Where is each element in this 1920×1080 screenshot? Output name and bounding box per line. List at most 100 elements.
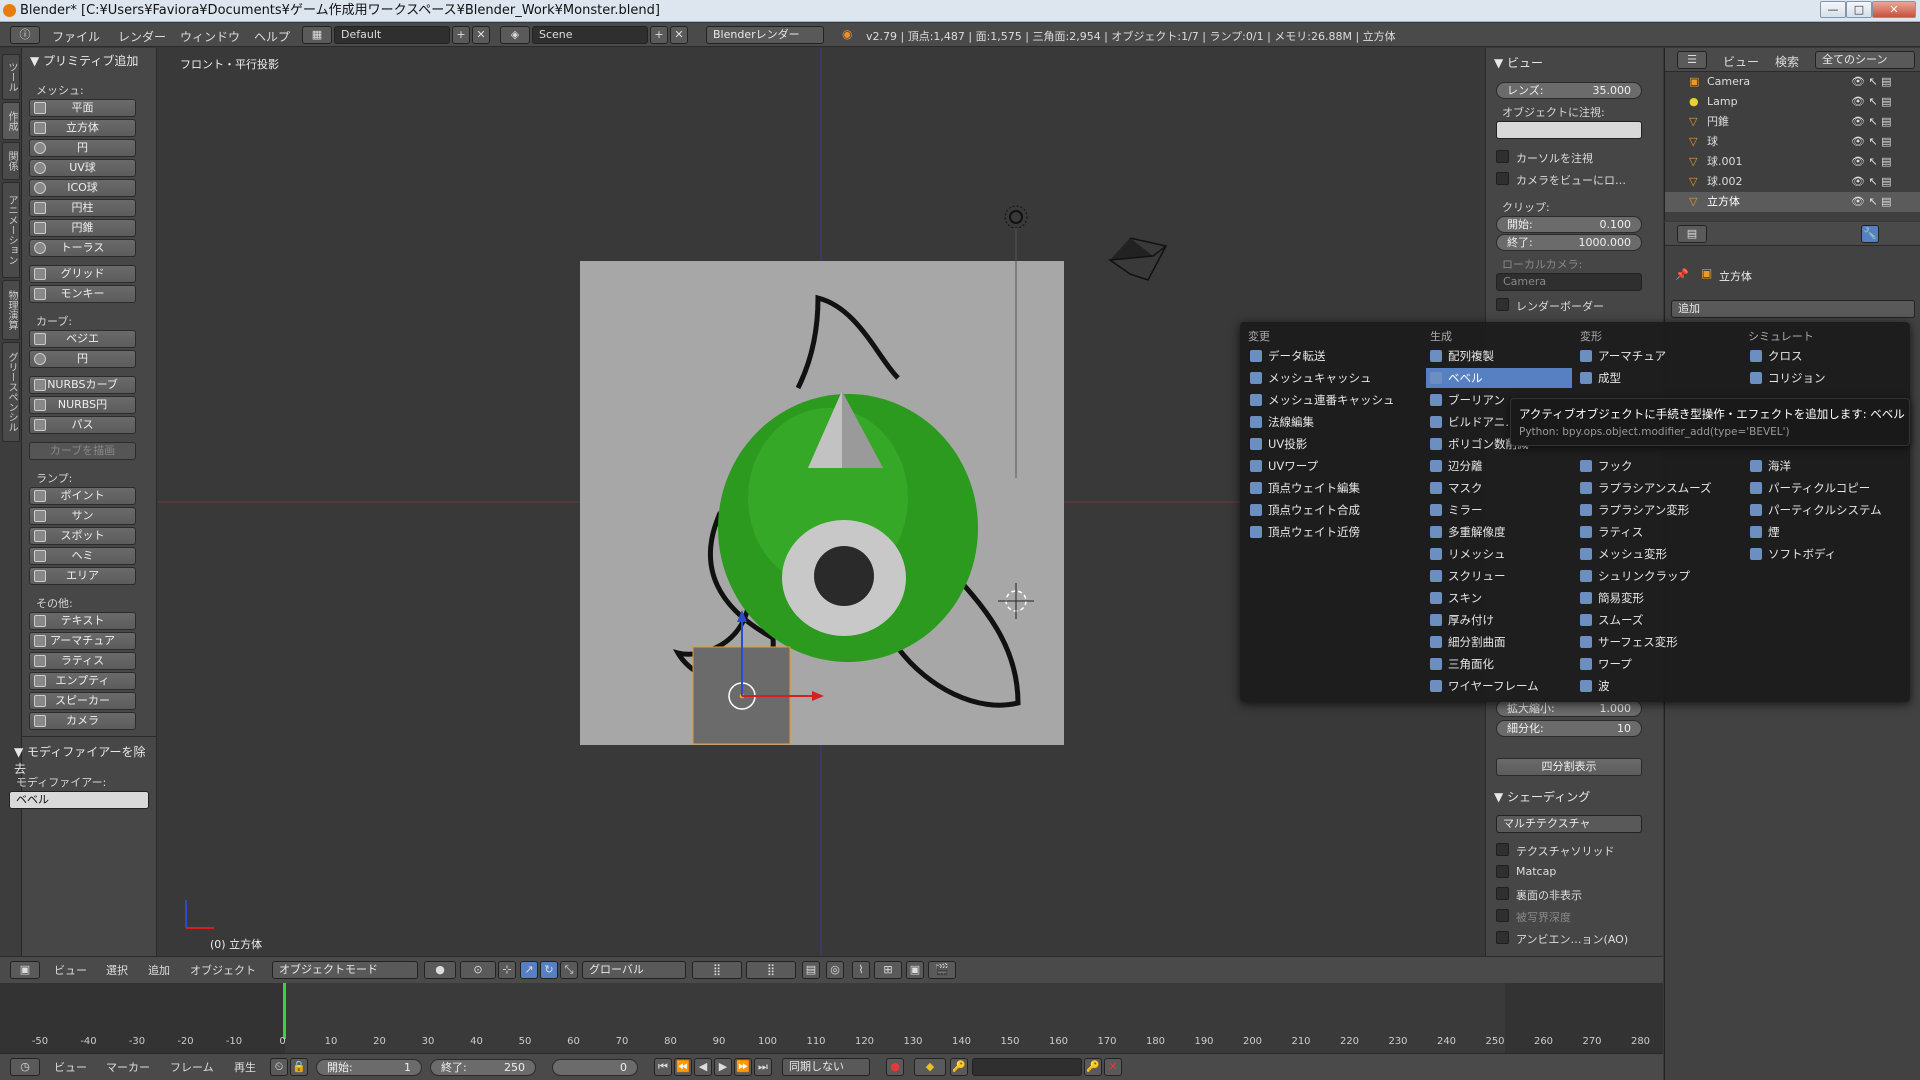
modifier-menu-item[interactable]: アーマチュア bbox=[1576, 346, 1740, 366]
translate-manipulator-icon[interactable]: ↗ bbox=[520, 961, 538, 979]
jump-end-icon[interactable]: ⏭ bbox=[754, 1058, 772, 1076]
outliner-editor-icon[interactable]: ☰ bbox=[1677, 51, 1707, 69]
tab-relations[interactable]: 関係 bbox=[2, 142, 20, 180]
add-camera-button[interactable]: カメラ bbox=[29, 712, 136, 730]
outliner-item-sphere-002[interactable]: ▽ 球.002 👁 ↖ ▤ bbox=[1665, 172, 1920, 192]
outliner-item-lamp[interactable]: ● Lamp 👁 ↖ ▤ bbox=[1665, 92, 1920, 112]
modifier-menu-item[interactable]: ラプラシアン変形 bbox=[1576, 500, 1740, 520]
jump-keyframe-forward-icon[interactable]: ⏩ bbox=[734, 1058, 752, 1076]
texture-solid-checkbox[interactable] bbox=[1496, 843, 1509, 856]
local-camera-field[interactable]: Camera bbox=[1496, 273, 1642, 291]
matcap-checkbox[interactable] bbox=[1496, 865, 1509, 878]
lock-camera-checkbox[interactable] bbox=[1496, 172, 1509, 185]
modifier-menu-item[interactable]: クロス bbox=[1746, 346, 1904, 366]
menu-view[interactable]: ビュー bbox=[54, 961, 87, 980]
play-icon[interactable]: ▶ bbox=[714, 1058, 732, 1076]
add-grid-button[interactable]: グリッド bbox=[29, 265, 136, 283]
add-ico-sphere-button[interactable]: ICO球 bbox=[29, 179, 136, 197]
layer-lock-icon[interactable]: ▤ bbox=[802, 961, 820, 979]
menu-render[interactable]: レンダー bbox=[118, 28, 166, 45]
scale-field[interactable]: 拡大縮小: 1.000 bbox=[1496, 700, 1642, 717]
modifier-menu-item[interactable]: リメッシュ bbox=[1426, 544, 1572, 564]
shading-mode-dropdown[interactable]: マルチテクスチャ bbox=[1496, 815, 1642, 833]
modifier-menu-item[interactable]: ベベル bbox=[1426, 368, 1572, 388]
modifier-menu-item[interactable]: 厚み付け bbox=[1426, 610, 1572, 630]
modifiers-tab-wrench-icon[interactable]: 🔧 bbox=[1861, 225, 1879, 243]
add-cylinder-button[interactable]: 円柱 bbox=[29, 199, 136, 217]
modifier-menu-item[interactable]: フック bbox=[1576, 456, 1740, 476]
backface-culling-checkbox[interactable] bbox=[1496, 887, 1509, 900]
scene-icon[interactable]: ◈ bbox=[500, 26, 530, 44]
pivot-point-icon[interactable]: ⊙ bbox=[460, 961, 496, 979]
keyframe-type-icon[interactable]: 🔑 bbox=[950, 1058, 968, 1076]
tab-tools[interactable]: ツール bbox=[2, 54, 20, 100]
transform-orientation-dropdown[interactable]: グローバル bbox=[582, 961, 686, 979]
add-empty-button[interactable]: エンプティ bbox=[29, 672, 136, 690]
modifier-menu-item[interactable]: コリジョン bbox=[1746, 368, 1904, 388]
rotate-manipulator-icon[interactable]: ↻ bbox=[540, 961, 558, 979]
render-border-checkbox[interactable] bbox=[1496, 298, 1509, 311]
modifier-menu-item[interactable]: スクリュー bbox=[1426, 566, 1572, 586]
menu-object[interactable]: オブジェクト bbox=[190, 961, 256, 980]
add-lattice-button[interactable]: ラティス bbox=[29, 652, 136, 670]
editor-type-info-icon[interactable]: ⓘ bbox=[10, 26, 40, 44]
timeline-menu-playback[interactable]: 再生 bbox=[234, 1058, 256, 1077]
layout-field[interactable]: Default bbox=[334, 26, 450, 44]
modifier-menu-item[interactable]: 頂点ウェイト編集 bbox=[1246, 478, 1416, 498]
preview-range-icon[interactable]: ⏲ bbox=[270, 1058, 288, 1076]
modifier-menu-item[interactable]: 成型 bbox=[1576, 368, 1740, 388]
add-monkey-button[interactable]: モンキー bbox=[29, 285, 136, 303]
modifier-name-field[interactable]: ベベル bbox=[9, 791, 149, 809]
add-modifier-dropdown[interactable]: 追加 bbox=[1671, 300, 1915, 318]
delete-keyframe-icon[interactable]: ✕ bbox=[1104, 1058, 1122, 1076]
viewport-shading-icon[interactable]: ● bbox=[424, 961, 456, 979]
sync-mode-dropdown[interactable]: 同期しない bbox=[782, 1058, 870, 1076]
operator-panel-header[interactable]: ▼ モディファイアーを除去 bbox=[14, 743, 156, 777]
modifier-menu-item[interactable]: パーティクルコピー bbox=[1746, 478, 1904, 498]
scene-field[interactable]: Scene bbox=[532, 26, 648, 44]
add-circle-button[interactable]: 円 bbox=[29, 139, 136, 157]
menu-add[interactable]: 追加 bbox=[148, 961, 170, 980]
close-window-button[interactable]: ✕ bbox=[1872, 1, 1916, 18]
record-icon[interactable]: ● bbox=[886, 1058, 904, 1076]
modifier-menu-item[interactable]: ソフトボディ bbox=[1746, 544, 1904, 564]
current-frame-line[interactable] bbox=[283, 983, 286, 1039]
outliner-search-menu[interactable]: 検索 bbox=[1775, 53, 1799, 70]
panel-header-shading[interactable]: ▼ シェーディング bbox=[1494, 788, 1590, 805]
modifier-menu-item[interactable]: メッシュ連番キャッシュ bbox=[1246, 390, 1416, 410]
modifier-menu-item[interactable]: ラプラシアンスムーズ bbox=[1576, 478, 1740, 498]
properties-editor-icon[interactable]: ▤ bbox=[1677, 225, 1707, 243]
snap-element-icon[interactable]: ⊞ bbox=[874, 961, 902, 979]
timeline-menu-view[interactable]: ビュー bbox=[54, 1058, 87, 1077]
layers-grid-icon[interactable]: ⣿ bbox=[746, 961, 796, 979]
modifier-menu-item[interactable]: 三角面化 bbox=[1426, 654, 1572, 674]
clip-start-field[interactable]: 開始: 0.100 bbox=[1496, 216, 1642, 233]
modifier-menu-item[interactable]: 細分割曲面 bbox=[1426, 632, 1572, 652]
modifier-menu-item[interactable]: UV投影 bbox=[1246, 434, 1416, 454]
outliner-item-sphere[interactable]: ▽ 球 👁 ↖ ▤ bbox=[1665, 132, 1920, 152]
modifier-menu-item[interactable]: メッシュキャッシュ bbox=[1246, 368, 1416, 388]
add-armature-button[interactable]: アーマチュア bbox=[29, 632, 136, 650]
modifier-menu-item[interactable]: データ転送 bbox=[1246, 346, 1416, 366]
menu-help[interactable]: ヘルプ bbox=[254, 28, 290, 45]
modifier-menu-item[interactable]: ラティス bbox=[1576, 522, 1740, 542]
outliner-display-dropdown[interactable]: 全てのシーン bbox=[1815, 51, 1915, 69]
lock-time-icon[interactable]: 🔒 bbox=[290, 1058, 308, 1076]
play-reverse-icon[interactable]: ◀ bbox=[694, 1058, 712, 1076]
add-sun-lamp-button[interactable]: サン bbox=[29, 507, 136, 525]
lock-cursor-checkbox[interactable] bbox=[1496, 150, 1509, 163]
timeline-menu-marker[interactable]: マーカー bbox=[106, 1058, 150, 1077]
mode-dropdown[interactable]: オブジェクトモード bbox=[272, 961, 418, 979]
remove-scene-button[interactable]: ✕ bbox=[670, 26, 688, 44]
add-text-button[interactable]: テキスト bbox=[29, 612, 136, 630]
quad-view-button[interactable]: 四分割表示 bbox=[1496, 758, 1642, 776]
modifier-menu-item[interactable]: UVワープ bbox=[1246, 456, 1416, 476]
keying-set-field[interactable] bbox=[972, 1058, 1082, 1076]
outliner-item-cone[interactable]: ▽ 円錐 👁 ↖ ▤ bbox=[1665, 112, 1920, 132]
maximize-button[interactable]: □ bbox=[1846, 1, 1872, 18]
add-plane-button[interactable]: 平面 bbox=[29, 99, 136, 117]
proportional-edit-icon[interactable]: ◎ bbox=[826, 961, 844, 979]
draw-curve-button[interactable]: カーブを描画 bbox=[29, 442, 136, 460]
add-speaker-button[interactable]: スピーカー bbox=[29, 692, 136, 710]
add-bezier-button[interactable]: ベジエ bbox=[29, 330, 136, 348]
